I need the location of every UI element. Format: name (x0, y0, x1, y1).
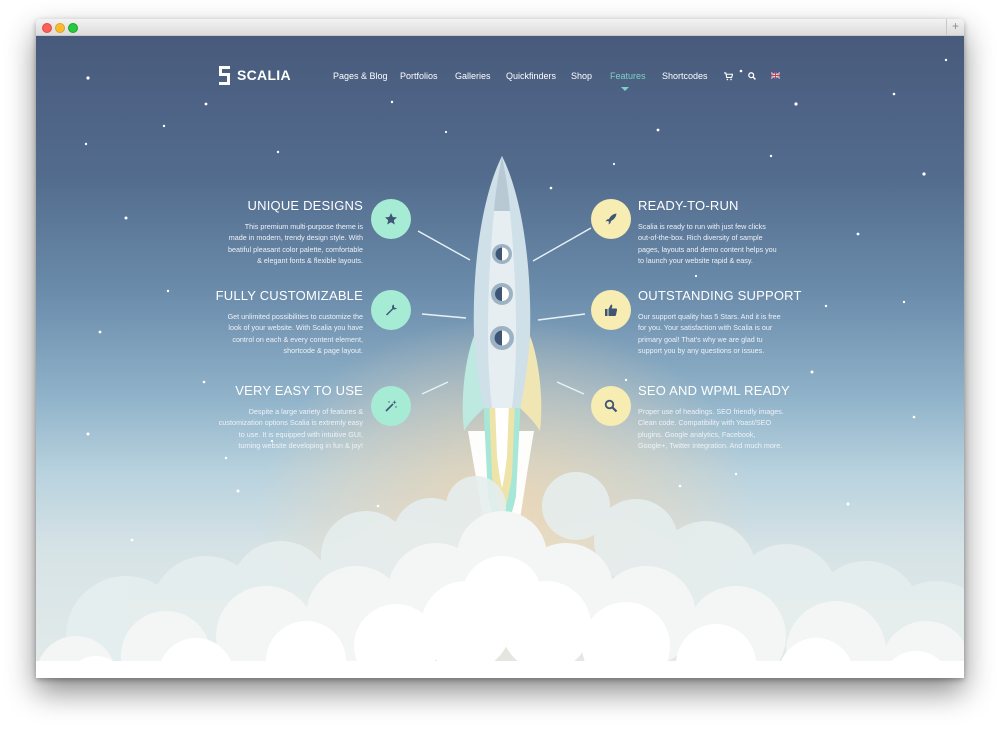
desc-line: made in modern, trendy design style. Wit… (228, 233, 363, 243)
feature-desc-ready-to-run: Scalia is ready to run with just few cli… (638, 221, 818, 267)
seo-wpml-badge[interactable] (591, 386, 631, 426)
new-tab-button[interactable]: + (946, 19, 964, 35)
desc-line: This premium multi-purpose theme is (244, 222, 363, 231)
feature-title-outstanding-support: OUTSTANDING SUPPORT (638, 288, 802, 303)
page-viewport: SCALIA Pages & Blog Portfolios Galleries… (36, 36, 964, 678)
browser-titlebar: + (36, 19, 964, 36)
desc-line: for you. Your satisfaction with Scalia i… (638, 323, 773, 333)
feature-title-seo-wpml: SEO AND WPML READY (638, 383, 790, 398)
feature-title-very-easy: VERY EASY TO USE (235, 383, 363, 398)
desc-line: control on each & every content element, (232, 334, 363, 344)
desc-line: out-of-the-box. Rich diversity of sample (638, 233, 763, 243)
desc-line: to use. It is equipped with intuitive GU… (238, 429, 363, 439)
feature-title-fully-customizable: FULLY CUSTOMIZABLE (215, 288, 363, 303)
desc-line: support you by any questions or issues. (638, 346, 765, 356)
desc-line: Get unlimited possibilities to customize… (227, 312, 363, 321)
desc-line: & elegant fonts & flexible layouts. (257, 256, 363, 266)
magnifier-icon (604, 399, 618, 413)
rocket-icon (605, 213, 617, 225)
desc-line: beatiful pleasant color palette, comfort… (227, 244, 363, 254)
cloud-layer (36, 472, 964, 678)
feature-title-unique-designs: UNIQUE DESIGNS (247, 198, 363, 213)
ready-to-run-badge[interactable] (591, 199, 631, 239)
fully-customizable-badge[interactable] (371, 290, 411, 330)
feature-title-ready-to-run: READY-TO-RUN (638, 198, 739, 213)
outstanding-support-badge[interactable] (591, 290, 631, 330)
desc-line: Clean code. Compatibility with Yoast/SEO (638, 418, 772, 428)
magic-wand-icon (385, 400, 397, 412)
desc-line: Google+, Twitter integration. And much m… (638, 441, 783, 451)
very-easy-badge[interactable] (371, 386, 411, 426)
close-window-button[interactable] (42, 23, 52, 33)
desc-line: look of your website. With Scalia you ha… (228, 323, 363, 333)
desc-line: Proper use of headings. SEO friendly ima… (638, 407, 784, 416)
desc-line: Scalia is ready to run with just few cli… (638, 222, 766, 231)
browser-window: + SCALIA Pages & Blog Portfolios Galleri… (36, 19, 964, 678)
desc-line: customization options Scalia is extremly… (218, 418, 363, 428)
desc-line: Our support quality has 5 Stars. And it … (638, 312, 781, 321)
desc-line: Despite a large variety of features & (248, 407, 363, 416)
zoom-window-button[interactable] (68, 23, 78, 33)
feature-desc-very-easy: Despite a large variety of features & cu… (173, 406, 363, 452)
desc-line: turning website developing in fun & joy! (238, 441, 363, 451)
minimize-window-button[interactable] (55, 23, 65, 33)
star-icon (385, 213, 397, 225)
unique-designs-badge[interactable] (371, 199, 411, 239)
wrench-icon (386, 304, 397, 316)
desc-line: plugins. Google analytics, Facebook, (638, 429, 756, 439)
feature-desc-outstanding-support: Our support quality has 5 Stars. And it … (638, 311, 828, 357)
desc-line: shortcode & page layout. (283, 346, 363, 356)
desc-line: primary goal! That's why we are glad tu (638, 334, 763, 344)
feature-desc-fully-customizable: Get unlimited possibilities to customize… (183, 311, 363, 357)
feature-desc-unique-designs: This premium multi-purpose theme is made… (183, 221, 363, 267)
feature-desc-seo-wpml: Proper use of headings. SEO friendly ima… (638, 406, 828, 452)
thumbs-up-icon (605, 304, 618, 316)
desc-line: pages, layouts and demo content helps yo… (638, 244, 777, 254)
desc-line: to launch your website rapid & easy. (638, 256, 753, 266)
